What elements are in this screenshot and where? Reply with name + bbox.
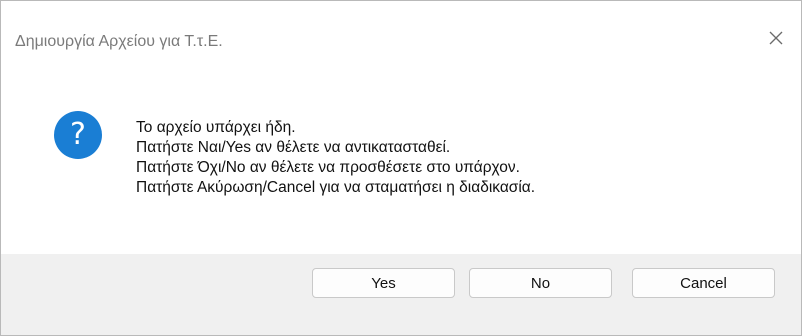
no-button[interactable]: No (469, 268, 612, 298)
cancel-button[interactable]: Cancel (632, 268, 775, 298)
message-dialog: Δημιουργία Αρχείου για Τ.τ.Ε. ? Το αρχεί… (0, 0, 802, 336)
title-bar[interactable]: Δημιουργία Αρχείου για Τ.τ.Ε. (1, 1, 801, 75)
window-title: Δημιουργία Αρχείου για Τ.τ.Ε. (15, 33, 223, 50)
message-line: Πατήστε Ναι/Yes αν θέλετε να αντικαταστα… (136, 139, 451, 156)
message-line: Πατήστε Όχι/No αν θέλετε να προσθέσετε σ… (136, 159, 520, 176)
message-text: Το αρχείο υπάρχει ήδη. Πατήστε Ναι/Yes α… (136, 118, 535, 198)
yes-button[interactable]: Yes (312, 268, 455, 298)
message-line: Το αρχείο υπάρχει ήδη. (136, 119, 296, 136)
close-icon[interactable] (763, 25, 789, 51)
message-line: Πατήστε Ακύρωση/Cancel για να σταματήσει… (136, 179, 536, 196)
question-icon: ? (54, 111, 102, 159)
